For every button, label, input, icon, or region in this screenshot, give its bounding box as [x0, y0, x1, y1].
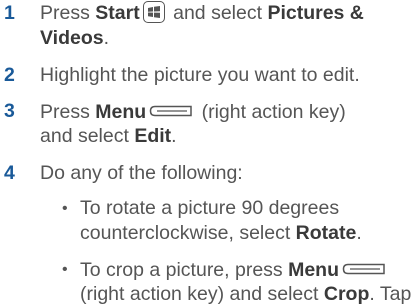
step-line: Videos. [40, 27, 110, 49]
crop-label: Crop [323, 283, 370, 305]
start-label: Start [95, 2, 140, 24]
menu-label: Menu [288, 259, 340, 281]
step-line: Press Menu (right action key) [40, 99, 346, 124]
step-number: 3 [4, 100, 15, 122]
right-action-key-icon [149, 99, 193, 124]
step-text: Press Menu (right action key) and select… [40, 99, 409, 149]
bullet-dot: • [62, 261, 68, 278]
bullet-text: To crop a picture, press Menu (right act… [80, 257, 413, 307]
step-text: Do any of the following: [40, 162, 243, 184]
step-text: Press Start and select Pictures & Videos… [40, 1, 409, 51]
right-action-key-icon [342, 257, 386, 282]
step-number: 2 [4, 64, 15, 86]
bullet-line: To crop a picture, press Menu [80, 257, 413, 282]
pictures-videos-label-cont: Videos [40, 27, 104, 49]
bullet-text: To rotate a picture 90 degrees countercl… [80, 196, 413, 246]
step-text: Highlight the picture you want to edit. [40, 64, 360, 86]
bullet-line: counterclockwise, select Rotate. [80, 222, 362, 244]
bullet-line: (right action key) and select Crop. Tap [80, 283, 412, 305]
step-number: 4 [4, 162, 15, 184]
pictures-videos-label: Pictures & [267, 2, 364, 24]
bullet-dot: • [62, 200, 68, 217]
windows-start-icon [142, 1, 165, 23]
step-number: 1 [4, 2, 15, 24]
step-line: and select Edit. [40, 125, 177, 147]
step-line: Press Start and select Pictures & [40, 1, 364, 24]
edit-label: Edit [134, 125, 172, 147]
menu-label: Menu [95, 101, 147, 123]
rotate-label: Rotate [295, 222, 357, 244]
